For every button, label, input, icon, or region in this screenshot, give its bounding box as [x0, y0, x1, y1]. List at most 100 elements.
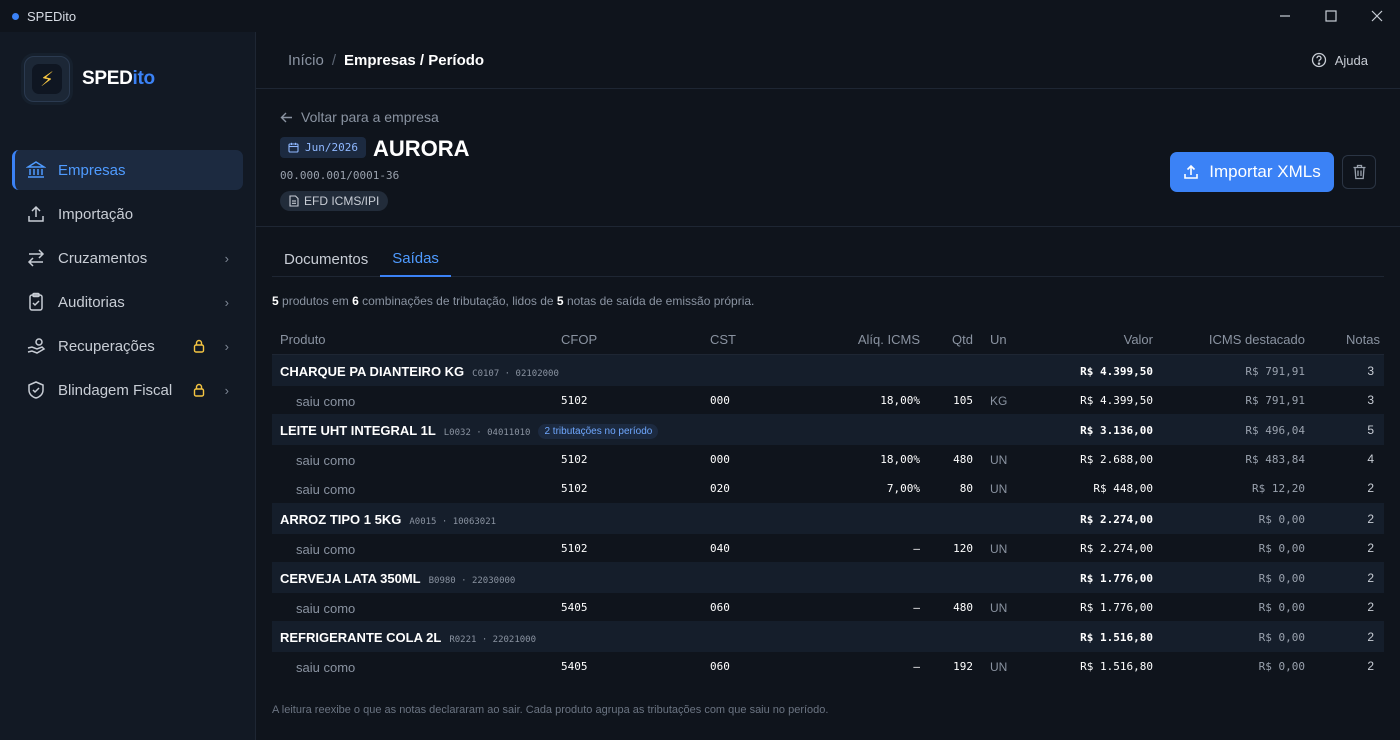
- notas-cell: 2: [1367, 481, 1374, 495]
- window-title: SPEDito: [27, 8, 77, 24]
- table-row[interactable]: saiu como 5405 060 — 480 UN R$ 1.776,00 R$ 0,00…: [272, 593, 1384, 621]
- maximize-icon: [1325, 10, 1337, 22]
- qtd-cell: 80: [959, 482, 973, 495]
- col-un[interactable]: Un: [990, 332, 1007, 347]
- group-valor: R$ 1.516,80: [1080, 631, 1153, 644]
- valor-cell: R$ 2.274,00: [1080, 542, 1153, 555]
- col-cfop[interactable]: CFOP: [561, 332, 597, 347]
- cst-cell: 000: [710, 453, 730, 466]
- saidas-table: Produto CFOP CST Alíq. ICMS Qtd Un Valor…: [272, 322, 1384, 680]
- sidebar-item-recuperacoes[interactable]: Recuperações ›: [12, 326, 243, 366]
- aliq-cell: —: [913, 660, 920, 673]
- col-cst[interactable]: CST: [710, 332, 736, 347]
- page-header: Início / Empresas / Período Ajuda: [256, 32, 1400, 89]
- maximize-button[interactable]: [1308, 0, 1354, 32]
- un-cell: KG: [990, 394, 1008, 408]
- delete-button[interactable]: [1342, 155, 1376, 189]
- tab-documentos[interactable]: Documentos: [272, 242, 380, 277]
- aliq-cell: 18,00%: [880, 453, 920, 466]
- minimize-button[interactable]: [1262, 0, 1308, 32]
- breadcrumb-separator: /: [331, 52, 337, 69]
- col-valor[interactable]: Valor: [1124, 332, 1153, 347]
- icms-cell: R$ 483,84: [1245, 453, 1305, 466]
- valor-cell: R$ 1.516,80: [1080, 660, 1153, 673]
- company-cnpj: 00.000.001/0001-36: [280, 169, 400, 182]
- saiu-como-label: saiu como: [296, 482, 356, 497]
- sidebar-item-importacao[interactable]: Importação: [12, 194, 243, 234]
- notas-cell: 3: [1367, 393, 1374, 407]
- saiu-como-label: saiu como: [296, 601, 356, 616]
- saiu-como-label: saiu como: [296, 660, 356, 675]
- table-row[interactable]: saiu como 5102 000 18,00% 105 KG R$ 4.399,50 R$…: [272, 386, 1384, 414]
- sidebar: ⚡ SPEDito Empresas Importação Cruzamento…: [0, 32, 256, 740]
- cfop-cell: 5102: [561, 453, 588, 466]
- back-label: Voltar para a empresa: [301, 109, 439, 125]
- table-row[interactable]: saiu como 5102 020 7,00% 80 UN R$ 448,00 R$ 12,…: [272, 474, 1384, 503]
- aliq-cell: —: [913, 542, 920, 555]
- sidebar-item-auditorias[interactable]: Auditorias ›: [12, 282, 243, 322]
- col-icms[interactable]: ICMS destacado: [1209, 332, 1305, 347]
- product-name: REFRIGERANTE COLA 2L: [280, 630, 442, 645]
- import-xmls-button[interactable]: Importar XMLs: [1170, 152, 1334, 192]
- col-qtd[interactable]: Qtd: [952, 332, 973, 347]
- product-group-row[interactable]: CERVEJA LATA 350ML B0980 · 22030000 R$ 1.7…: [272, 562, 1384, 593]
- logo-box: ⚡: [24, 56, 70, 102]
- cfop-cell: 5102: [561, 482, 588, 495]
- product-cell: CERVEJA LATA 350ML B0980 · 22030000: [280, 570, 515, 586]
- company-name: AURORA: [373, 136, 470, 161]
- notas-cell: 2: [1367, 659, 1374, 673]
- un-cell: UN: [990, 453, 1008, 467]
- col-notas[interactable]: Notas: [1346, 332, 1380, 347]
- product-group-row[interactable]: REFRIGERANTE COLA 2L R0221 · 22021000 R$ 1…: [272, 621, 1384, 652]
- close-button[interactable]: [1354, 0, 1400, 32]
- breadcrumb-current: Empresas / Período: [344, 52, 485, 69]
- col-produto[interactable]: Produto: [280, 332, 326, 347]
- saiu-como-label: saiu como: [296, 394, 356, 409]
- table-row[interactable]: saiu como 5102 040 — 120 UN R$ 2.274,00 R$ 0,00…: [272, 534, 1384, 562]
- main-content: Início / Empresas / Período Ajuda Voltar…: [256, 32, 1400, 740]
- help-circle-icon: [1311, 52, 1326, 68]
- sidebar-item-empresas[interactable]: Empresas: [12, 150, 243, 190]
- group-notas: 3: [1367, 364, 1374, 378]
- sidebar-item-cruzamentos[interactable]: Cruzamentos ›: [12, 238, 243, 278]
- valor-cell: R$ 448,00: [1093, 482, 1153, 495]
- cst-cell: 040: [710, 542, 730, 555]
- product-group-row[interactable]: LEITE UHT INTEGRAL 1L L0032 · 04011010 2 t…: [272, 414, 1384, 445]
- tab-saidas[interactable]: Saídas: [380, 242, 451, 277]
- qtd-cell: 105: [953, 394, 973, 407]
- table-row[interactable]: saiu como 5405 060 — 192 UN R$ 1.516,80 R$ 0,00…: [272, 652, 1384, 680]
- bank-icon: [26, 160, 46, 180]
- title-bar: SPEDito: [0, 0, 1400, 32]
- sidebar-item-label: Blindagem Fiscal: [58, 381, 173, 399]
- footnote: A leitura reexibe o que as notas declara…: [272, 704, 829, 716]
- help-button[interactable]: Ajuda: [1311, 52, 1368, 68]
- back-link[interactable]: Voltar para a empresa: [280, 109, 439, 125]
- un-cell: UN: [990, 542, 1008, 556]
- document-icon: [289, 195, 299, 207]
- cfop-cell: 5405: [561, 660, 588, 673]
- col-aliq[interactable]: Alíq. ICMS: [858, 332, 920, 347]
- cfop-cell: 5102: [561, 394, 588, 407]
- group-icms: R$ 0,00: [1258, 513, 1305, 526]
- product-code: B0980 · 22030000: [428, 576, 516, 586]
- breadcrumb-home-link[interactable]: Início: [288, 52, 324, 69]
- product-group-row[interactable]: CHARQUE PA DIANTEIRO KG C0107 · 02102000 R…: [272, 355, 1384, 386]
- product-group-row[interactable]: ARROZ TIPO 1 5KG A0015 · 10063021 R$ 2.274…: [272, 503, 1384, 534]
- saiu-como-label: saiu como: [296, 542, 356, 557]
- sidebar-item-blindagem-fiscal[interactable]: Blindagem Fiscal ›: [12, 370, 243, 410]
- chevron-right-icon: ›: [224, 250, 229, 266]
- valor-cell: R$ 1.776,00: [1080, 601, 1153, 614]
- group-icms: R$ 791,91: [1245, 365, 1305, 378]
- sidebar-nav: Empresas Importação Cruzamentos › Audito…: [12, 150, 243, 414]
- trash-icon: [1353, 164, 1365, 180]
- sidebar-item-label: Importação: [58, 205, 134, 223]
- table-row[interactable]: saiu como 5102 000 18,00% 480 UN R$ 2.688,00 R$…: [272, 445, 1384, 474]
- icms-cell: R$ 0,00: [1258, 660, 1305, 673]
- qtd-cell: 192: [953, 660, 973, 673]
- group-valor: R$ 1.776,00: [1080, 572, 1153, 585]
- shield-check-icon: [26, 380, 46, 400]
- lock-icon: [193, 383, 204, 397]
- upload-icon: [26, 204, 46, 224]
- app-logo[interactable]: ⚡ SPEDito: [24, 56, 155, 102]
- clipboard-check-icon: [26, 292, 46, 312]
